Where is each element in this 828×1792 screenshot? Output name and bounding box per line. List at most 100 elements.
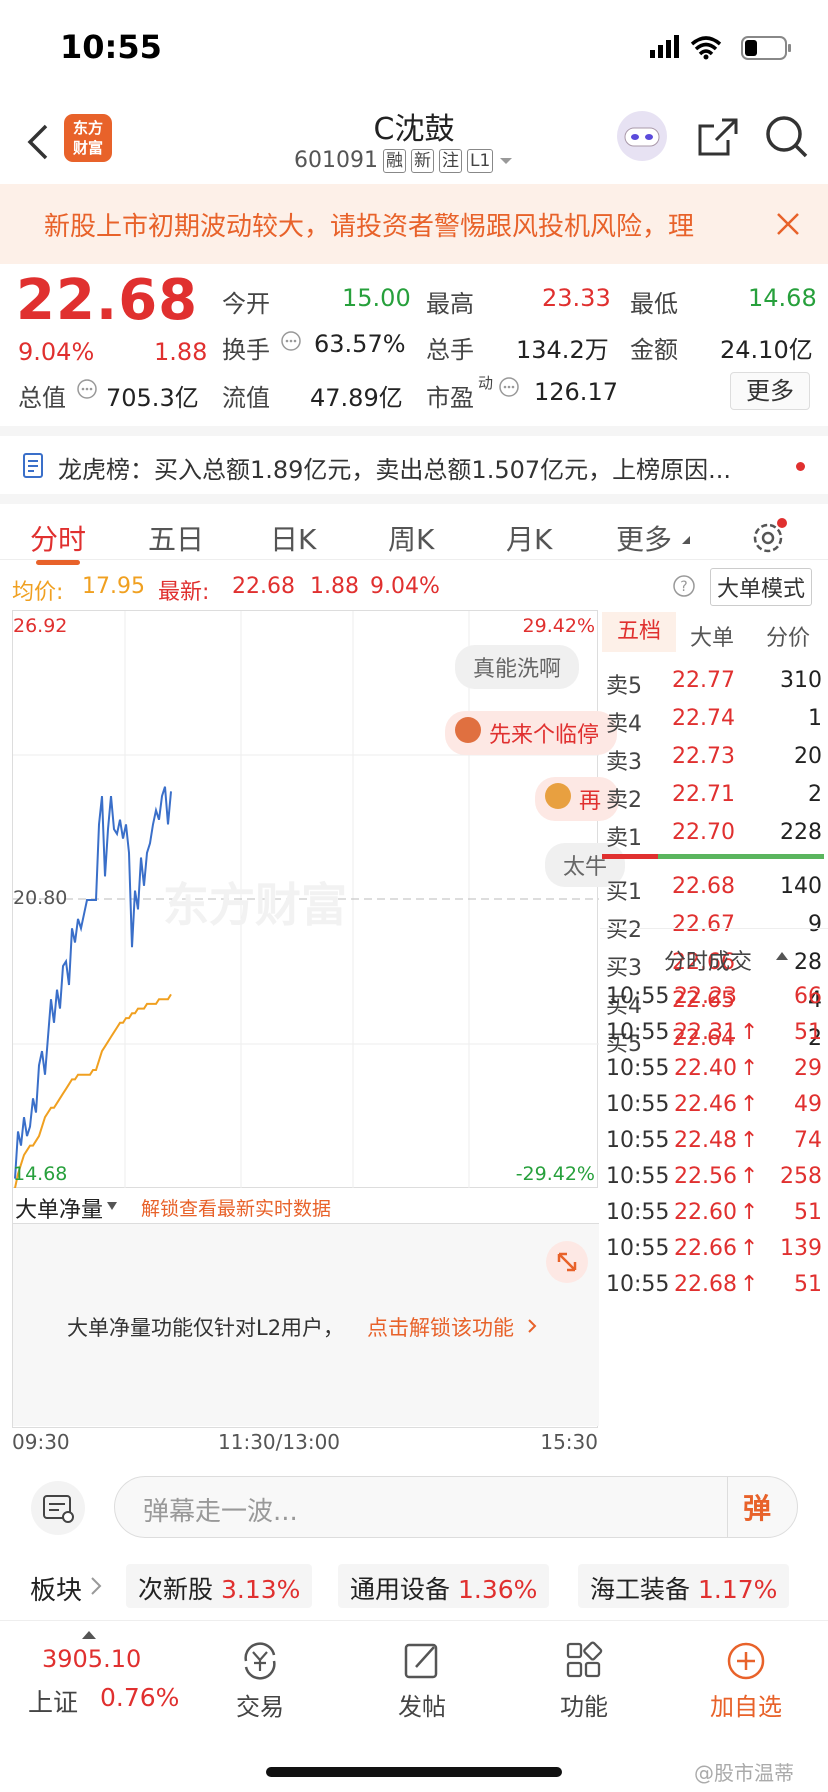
caret-down-icon[interactable] bbox=[107, 1202, 117, 1210]
intraday-chart[interactable]: 东方财富 26.92 20.80 14.68 29.42% -29.42% 真能… bbox=[12, 610, 626, 1189]
more-quote-button[interactable]: 更多 bbox=[730, 372, 810, 410]
tab-more[interactable]: 更多 bbox=[616, 518, 672, 558]
caret-up-icon[interactable] bbox=[776, 952, 788, 960]
tab-big-order[interactable]: 大单 bbox=[690, 620, 734, 652]
ask-level: 卖2 bbox=[606, 788, 642, 813]
info-dots-icon[interactable] bbox=[280, 330, 302, 352]
pe-value: 126.17 bbox=[534, 378, 618, 406]
tag-l1[interactable]: L1 bbox=[466, 148, 494, 173]
ask-volume: 1 bbox=[808, 706, 822, 731]
tab-price-dist[interactable]: 分价 bbox=[766, 620, 810, 652]
help-icon[interactable]: ? bbox=[672, 574, 696, 598]
bid-row[interactable]: 买2 22.67 9 bbox=[606, 912, 826, 946]
index-value[interactable]: 3905.10 bbox=[42, 1645, 141, 1673]
ask-volume: 20 bbox=[794, 744, 822, 769]
info-dots-icon[interactable] bbox=[498, 376, 520, 398]
info-dots-icon[interactable] bbox=[76, 378, 98, 400]
bid-price: 22.68 bbox=[672, 874, 735, 899]
latest-value: 22.68 bbox=[232, 574, 295, 599]
pct-max-label: 29.42% bbox=[522, 615, 595, 637]
trade-price: 22.56 bbox=[674, 1164, 737, 1189]
svg-text:?: ? bbox=[680, 579, 687, 595]
tab-weekly-k[interactable]: 周K bbox=[388, 518, 434, 558]
share-icon[interactable] bbox=[696, 116, 740, 158]
sector-chip[interactable]: 次新股 3.13% bbox=[126, 1564, 313, 1608]
danmu-input[interactable]: 弹幕走一波... 弹 bbox=[114, 1476, 798, 1538]
index-pct[interactable]: 0.76% bbox=[100, 1683, 179, 1712]
latest-pct: 9.04% bbox=[370, 574, 440, 599]
avg-value: 17.95 bbox=[82, 574, 145, 599]
ask-row[interactable]: 卖4 22.74 1 bbox=[606, 706, 826, 740]
bid-volume: 28 bbox=[794, 950, 822, 975]
volume-value: 134.2万 bbox=[516, 336, 609, 364]
edit-icon bbox=[404, 1643, 438, 1679]
close-icon[interactable] bbox=[776, 212, 800, 236]
big-order-mode-button[interactable]: 大单模式 bbox=[710, 568, 813, 606]
nav-functions[interactable]: 功能 bbox=[534, 1641, 634, 1722]
trade-volume: 51 bbox=[794, 1020, 822, 1045]
trade-time: 10:55 bbox=[606, 1128, 670, 1153]
sector-chip[interactable]: 通用设备 1.36% bbox=[338, 1564, 550, 1608]
trade-row: 10:55 22.68 ↑ 51 bbox=[606, 1272, 826, 1306]
send-danmu-button[interactable]: 弹 bbox=[743, 1487, 771, 1527]
chevron-down-icon[interactable] bbox=[498, 156, 514, 166]
nav-trade[interactable]: 交易 bbox=[210, 1641, 310, 1722]
search-icon[interactable] bbox=[764, 114, 810, 160]
danmaku-text: 先来个临停 bbox=[489, 723, 600, 748]
ask-volume: 310 bbox=[780, 668, 822, 693]
ask-level: 卖4 bbox=[606, 712, 642, 737]
index-name[interactable]: 上证 bbox=[28, 1683, 78, 1719]
ask-bar bbox=[602, 854, 658, 859]
unlock-link[interactable]: 解锁查看最新实时数据 bbox=[141, 1194, 331, 1221]
trade-price: 22.46 bbox=[674, 1092, 737, 1117]
sector-pct: 1.36% bbox=[457, 1575, 538, 1604]
trade-row: 10:55 22.48 ↑ 74 bbox=[606, 1128, 826, 1162]
chevron-right-icon[interactable] bbox=[527, 1318, 537, 1334]
trade-time: 10:55 bbox=[606, 1164, 670, 1189]
robot-avatar-icon[interactable] bbox=[616, 110, 668, 162]
trade-price: 22.23 bbox=[674, 984, 737, 1009]
tab-five-level[interactable]: 五档 bbox=[602, 612, 676, 652]
trade-row: 10:55 22.66 ↑ 139 bbox=[606, 1236, 826, 1270]
sector-label[interactable]: 板块 bbox=[30, 1570, 82, 1607]
amount-value: 24.10亿 bbox=[720, 336, 813, 364]
danmaku-text: 再 bbox=[579, 789, 602, 814]
indicator-selector[interactable]: 大单净量 bbox=[15, 1192, 103, 1224]
sector-chip[interactable]: 海工装备 1.17% bbox=[578, 1564, 790, 1608]
trade-time: 10:55 bbox=[606, 984, 670, 1009]
ask-row[interactable]: 卖3 22.73 20 bbox=[606, 744, 826, 778]
tab-five-day[interactable]: 五日 bbox=[148, 518, 204, 558]
trade-time: 10:55 bbox=[606, 1020, 670, 1045]
ask-row[interactable]: 卖1 22.70 228 bbox=[606, 820, 826, 854]
tab-intraday[interactable]: 分时 bbox=[30, 518, 86, 558]
bid-row[interactable]: 买1 22.68 140 bbox=[606, 874, 826, 908]
sector-bar: 板块 次新股 3.13% 通用设备 1.36% 海工装备 1.17% bbox=[0, 1556, 828, 1618]
order-book-panel: 五档 大单 分价 卖5 22.77 310 卖4 22.74 1 卖3 22.73 20 卖2 22… bbox=[600, 610, 828, 1454]
ask-price: 22.73 bbox=[672, 744, 735, 769]
l2-unlock-link[interactable]: 点击解锁该功能 bbox=[367, 1312, 514, 1342]
tab-daily-k[interactable]: 日K bbox=[270, 518, 316, 558]
ask-row[interactable]: 卖5 22.77 310 bbox=[606, 668, 826, 702]
mktcap-value: 705.3亿 bbox=[106, 384, 199, 412]
trade-volume: 74 bbox=[794, 1128, 822, 1153]
tag-margin: 融 bbox=[382, 148, 406, 173]
open-label: 今开 bbox=[222, 290, 270, 318]
nav-post[interactable]: 发帖 bbox=[372, 1641, 472, 1722]
avg-label: 均价: bbox=[12, 580, 64, 605]
dragon-tiger-bar[interactable]: 龙虎榜：买入总额1.89亿元，卖出总额1.507亿元，上榜原因... bbox=[0, 426, 828, 494]
float-label: 流值 bbox=[222, 384, 270, 412]
trade-row: 10:55 22.56 ↑ 258 bbox=[606, 1164, 826, 1198]
nav-add-watchlist[interactable]: 加自选 bbox=[696, 1641, 796, 1722]
pe-label: 市盈 bbox=[426, 384, 474, 412]
caret-up-icon bbox=[82, 1631, 96, 1639]
tab-monthly-k[interactable]: 月K bbox=[506, 518, 552, 558]
document-icon bbox=[23, 453, 43, 478]
danmu-toggle-icon[interactable] bbox=[30, 1480, 86, 1536]
chevron-right-icon[interactable] bbox=[90, 1576, 102, 1596]
yen-cycle-icon bbox=[244, 1642, 276, 1680]
emoji-icon bbox=[455, 717, 481, 743]
ask-row[interactable]: 卖2 22.71 2 bbox=[606, 782, 826, 816]
expand-icon[interactable] bbox=[545, 1240, 589, 1284]
amount-label: 金额 bbox=[630, 336, 678, 364]
gear-icon[interactable] bbox=[748, 518, 788, 558]
